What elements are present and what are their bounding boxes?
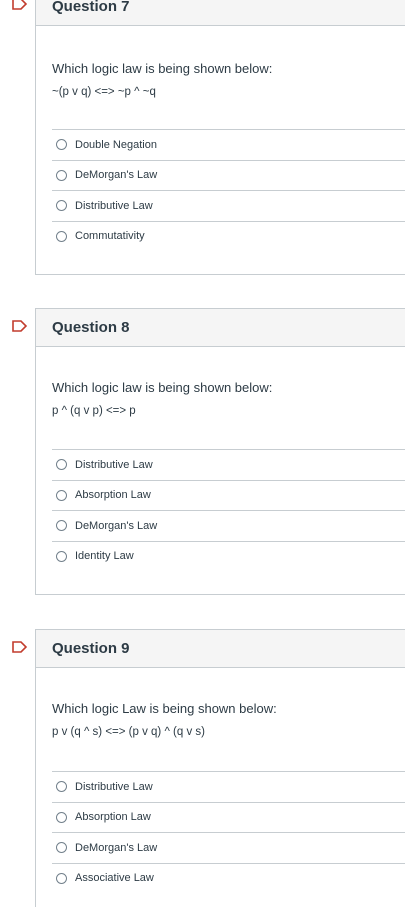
answer-option[interactable]: Distributive Law	[52, 449, 405, 480]
answer-label: Identity Law	[75, 550, 134, 563]
question-title: Question 8	[52, 319, 130, 336]
answer-label: Distributive Law	[75, 458, 153, 471]
radio-button[interactable]	[56, 842, 67, 854]
radio-button[interactable]	[56, 169, 67, 181]
radio-button[interactable]	[56, 200, 67, 212]
answer-option[interactable]: Absorption Law	[52, 479, 405, 511]
answer-list: Double Negation DeMorgan's Law Distribut…	[52, 129, 405, 251]
answer-option[interactable]: Commutativity	[52, 220, 405, 252]
answer-list: Distributive Law Absorption Law DeMorgan…	[52, 771, 405, 893]
question-formula: ~(p v q) <=> ~p ^ ~q	[52, 86, 156, 98]
answer-label: Distributive Law	[75, 199, 153, 212]
answer-label: Double Negation	[75, 138, 157, 151]
question-prompt: Which logic Law is being shown below:	[52, 701, 277, 716]
answer-option[interactable]: Distributive Law	[52, 190, 405, 221]
radio-button[interactable]	[56, 489, 67, 501]
radio-button[interactable]	[56, 811, 67, 823]
answer-option[interactable]: DeMorgan's Law	[52, 510, 405, 541]
answer-list: Distributive Law Absorption Law DeMorgan…	[52, 449, 405, 571]
answer-label: Associative Law	[75, 872, 154, 885]
answer-option[interactable]: Associative Law	[52, 862, 405, 894]
answer-label: Absorption Law	[75, 811, 151, 824]
question-card-9: Question 9 Which logic Law is being show…	[35, 629, 405, 907]
radio-button[interactable]	[56, 550, 67, 562]
answer-option[interactable]: Identity Law	[52, 540, 405, 572]
radio-button[interactable]	[56, 781, 67, 793]
question-title: Question 7	[52, 0, 130, 15]
answer-label: DeMorgan's Law	[75, 841, 158, 854]
answer-label: DeMorgan's Law	[75, 519, 158, 532]
question-card-8: Question 8 Which logic law is being show…	[35, 308, 405, 595]
question-formula: p ^ (q v p) <=> p	[52, 405, 136, 417]
quiz-page: Question 7 Which logic law is being show…	[0, 0, 405, 907]
question-card-7: Question 7 Which logic law is being show…	[35, 0, 405, 275]
answer-option[interactable]: DeMorgan's Law	[52, 832, 405, 863]
question-header: Question 7	[36, 0, 405, 26]
question-formula: p v (q ^ s) <=> (p v q) ^ (q v s)	[52, 726, 205, 738]
answer-label: Distributive Law	[75, 780, 153, 793]
answer-option[interactable]: Distributive Law	[52, 771, 405, 802]
flag-question-icon[interactable]	[12, 0, 28, 10]
answer-option[interactable]: Double Negation	[52, 129, 405, 160]
answer-label: Commutativity	[75, 230, 145, 243]
question-prompt: Which logic law is being shown below:	[52, 380, 273, 395]
question-header: Question 9	[36, 630, 405, 668]
radio-button[interactable]	[56, 230, 67, 242]
question-body: Which logic law is being shown below: p …	[36, 380, 405, 571]
answer-label: Absorption Law	[75, 489, 151, 502]
radio-button[interactable]	[56, 872, 67, 884]
answer-option[interactable]: Absorption Law	[52, 801, 405, 833]
question-prompt: Which logic law is being shown below:	[52, 61, 273, 76]
question-body: Which logic law is being shown below: ~(…	[36, 61, 405, 251]
question-header: Question 8	[36, 309, 405, 347]
question-title: Question 9	[52, 640, 130, 657]
flag-question-icon[interactable]	[12, 641, 28, 653]
question-body: Which logic Law is being shown below: p …	[36, 701, 405, 893]
radio-button[interactable]	[56, 139, 67, 151]
answer-label: DeMorgan's Law	[75, 169, 158, 182]
radio-button[interactable]	[56, 459, 67, 471]
answer-option[interactable]: DeMorgan's Law	[52, 159, 405, 191]
flag-question-icon[interactable]	[12, 320, 28, 332]
radio-button[interactable]	[56, 520, 67, 532]
